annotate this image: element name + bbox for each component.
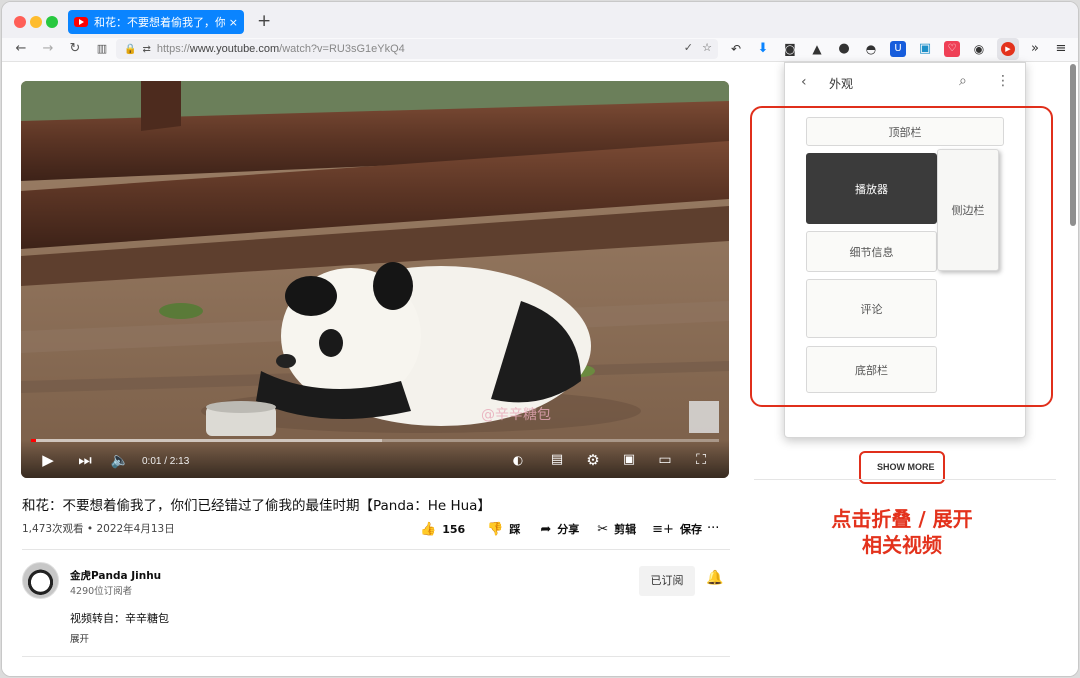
youtube-favicon-icon bbox=[74, 17, 88, 27]
bookmark-star-icon[interactable]: ☆ bbox=[702, 42, 712, 54]
new-tab-button[interactable]: + bbox=[257, 11, 271, 31]
dislike-button[interactable]: 👎 踩 bbox=[487, 521, 520, 537]
hamburger-menu-icon[interactable]: ≡ bbox=[1053, 41, 1069, 57]
youtube-extension-button[interactable]: ▶ bbox=[997, 38, 1019, 60]
download-icon[interactable]: ⬇ bbox=[755, 41, 771, 57]
volume-icon[interactable]: 🔈 bbox=[110, 450, 130, 470]
share-label: 分享 bbox=[557, 523, 580, 536]
panda-extension-icon[interactable]: ◉ bbox=[971, 41, 987, 57]
channel-name[interactable]: 金虎Panda Jinhu bbox=[70, 568, 161, 583]
share-arrow-icon: ➦ bbox=[540, 521, 552, 537]
like-count: 156 bbox=[442, 522, 466, 536]
search-icon[interactable]: ⌕ bbox=[959, 73, 967, 89]
forward-arrow-icon[interactable]: → bbox=[39, 40, 57, 58]
tab-close-icon[interactable]: × bbox=[229, 16, 238, 29]
upload-date: 2022年4月13日 bbox=[96, 523, 175, 535]
browser-window: 和花：不要想着偷我了，你们已经错过了偷我的最佳时期【Panda：He Hua】 … bbox=[1, 1, 1079, 677]
history-back-icon[interactable]: ↶ bbox=[728, 41, 744, 57]
save-label: 保存 bbox=[679, 523, 702, 536]
next-icon[interactable]: ⏭ bbox=[75, 450, 95, 470]
close-window-button[interactable] bbox=[14, 16, 26, 28]
play-circle-icon: ▶ bbox=[1001, 42, 1015, 56]
annotation-line-2: 相关视频 bbox=[862, 533, 942, 557]
video-watermark: @辛辛糖包 bbox=[481, 407, 551, 423]
scissors-icon: ✂ bbox=[597, 521, 609, 537]
nav-bar: ← → ↻ ▥ 🔒 ⇄ https:// www.youtube.com /wa… bbox=[2, 38, 1078, 62]
save-disk-icon[interactable]: ▣ bbox=[917, 41, 933, 57]
annotation-line-1: 点击折叠 / 展开 bbox=[831, 507, 973, 531]
tab-youtube[interactable]: 和花：不要想着偷我了，你们已经错过了偷我的最佳时期【Panda：He Hua】 … bbox=[68, 10, 244, 34]
subtitles-icon[interactable]: ▤ bbox=[547, 450, 567, 470]
action-bar: 👍 156 👎 踩 ➦ 分享 ✂ 剪辑 ≡+ 保存 bbox=[420, 521, 724, 537]
video-frame: @辛辛糖包 bbox=[21, 81, 729, 478]
overflow-chevrons-icon[interactable]: » bbox=[1027, 41, 1043, 57]
minimize-window-button[interactable] bbox=[30, 16, 42, 28]
clip-button[interactable]: ✂ 剪辑 bbox=[597, 521, 636, 537]
add-to-playlist-icon: ≡+ bbox=[652, 521, 674, 537]
divider bbox=[22, 656, 730, 657]
divider bbox=[22, 549, 730, 550]
pocket-icon[interactable]: ♡ bbox=[944, 41, 960, 57]
video-player[interactable]: @辛辛糖包 ▶ ⏭ 🔈 0:01 / 2:13 ◐ ▤ ⚙ ▣ ▭ ⛶ bbox=[21, 81, 729, 478]
tab-title: 和花：不要想着偷我了，你们已经错过了偷我的最佳时期【Panda：He Hua】 bbox=[94, 16, 225, 29]
time-display: 0:01 / 2:13 bbox=[142, 456, 190, 467]
divider bbox=[754, 479, 1056, 480]
subscribed-button[interactable]: 已订阅 bbox=[639, 566, 695, 596]
page-scrollbar[interactable] bbox=[1070, 64, 1076, 226]
checkmark-icon[interactable]: ✓ bbox=[684, 42, 693, 54]
url-actions: ✓ ☆ bbox=[684, 41, 712, 54]
like-button[interactable]: 👍 156 bbox=[420, 521, 465, 537]
share-button[interactable]: ➦ 分享 bbox=[540, 521, 579, 537]
mask-extension-icon[interactable]: ◓ bbox=[863, 41, 879, 57]
panel-title: 外观 bbox=[829, 77, 854, 91]
highlight-frame bbox=[750, 106, 1053, 407]
view-count: 1,473次观看 bbox=[22, 523, 84, 535]
reader-view-icon[interactable]: ▥ bbox=[93, 40, 111, 58]
page-content: @辛辛糖包 ▶ ⏭ 🔈 0:01 / 2:13 ◐ ▤ ⚙ ▣ ▭ ⛶ 和花：不… bbox=[2, 62, 1078, 676]
autoplay-toggle-icon[interactable]: ◐ bbox=[508, 450, 528, 470]
buffered-bar bbox=[31, 439, 382, 442]
video-description: 视频转自：辛辛糖包 bbox=[70, 612, 169, 625]
url-scheme: https:// bbox=[156, 43, 190, 55]
url-path: /watch?v=RU3sG1eYkQ4 bbox=[279, 43, 405, 55]
zoom-window-button[interactable] bbox=[46, 16, 58, 28]
played-bar bbox=[31, 439, 37, 442]
circle-extension-icon[interactable]: ● bbox=[836, 41, 852, 57]
back-arrow-icon[interactable]: ← bbox=[12, 40, 30, 58]
progress-bar[interactable] bbox=[31, 439, 719, 442]
expand-description-link[interactable]: 展开 bbox=[70, 631, 89, 645]
meta-separator: • bbox=[86, 523, 94, 535]
bitwarden-icon[interactable]: U bbox=[890, 41, 906, 57]
notification-bell-icon[interactable]: 🔔 bbox=[706, 570, 723, 586]
video-title: 和花：不要想着偷我了，你们已经错过了偷我的最佳时期【Panda：He Hua】 bbox=[22, 498, 491, 514]
tab-strip: 和花：不要想着偷我了，你们已经错过了偷我的最佳时期【Panda：He Hua】 … bbox=[2, 2, 1078, 38]
fullscreen-icon[interactable]: ⛶ bbox=[691, 450, 711, 470]
dislike-label: 踩 bbox=[509, 523, 521, 536]
reload-icon[interactable]: ↻ bbox=[66, 40, 84, 58]
back-chevron-icon[interactable]: ‹ bbox=[801, 74, 807, 90]
miniplayer-icon[interactable]: ▣ bbox=[619, 450, 639, 470]
theater-mode-icon[interactable]: ▭ bbox=[655, 450, 675, 470]
annotation-text: 点击折叠 / 展开 相关视频 bbox=[772, 506, 1032, 558]
permissions-icon[interactable]: ⇄ bbox=[142, 44, 150, 55]
screenshot-icon[interactable]: ◙ bbox=[782, 41, 798, 57]
lock-icon: 🔒 bbox=[124, 43, 137, 55]
kebab-menu-icon[interactable]: ⋮ bbox=[996, 73, 1010, 89]
rocket-icon[interactable]: ▲ bbox=[809, 41, 825, 57]
channel-avatar[interactable] bbox=[22, 562, 59, 599]
url-domain: www.youtube.com bbox=[189, 43, 280, 55]
play-icon[interactable]: ▶ bbox=[38, 450, 58, 470]
subscriber-count: 4290位订阅者 bbox=[70, 586, 133, 597]
thumbs-up-icon: 👍 bbox=[420, 521, 437, 537]
save-button[interactable]: ≡+ 保存 bbox=[652, 521, 702, 537]
settings-gear-icon[interactable]: ⚙ bbox=[583, 450, 603, 470]
clip-label: 剪辑 bbox=[614, 523, 637, 536]
thumbs-down-icon: 👎 bbox=[487, 521, 504, 537]
url-bar[interactable]: 🔒 ⇄ https:// www.youtube.com /watch?v=RU… bbox=[116, 39, 718, 59]
more-actions-icon[interactable]: ··· bbox=[707, 521, 719, 536]
video-meta: 1,473次观看 • 2022年4月13日 bbox=[22, 521, 175, 536]
